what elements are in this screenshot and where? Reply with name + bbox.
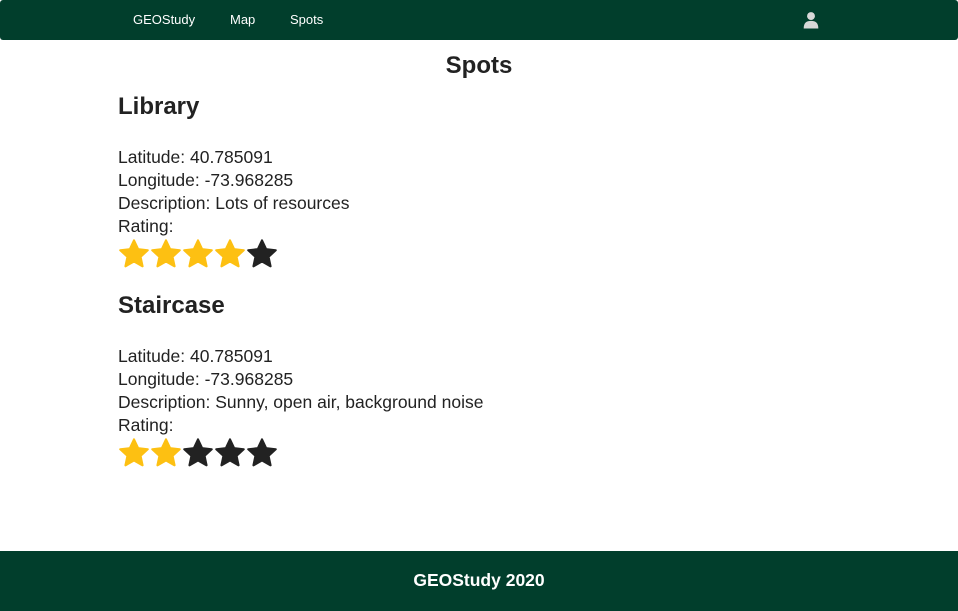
spot-longitude: Longitude: -73.968285 xyxy=(118,170,294,190)
star-rating xyxy=(118,238,718,270)
user-icon[interactable] xyxy=(802,11,820,29)
star-filled-icon xyxy=(151,438,181,467)
star-empty-icon xyxy=(183,438,213,467)
star-filled-icon xyxy=(183,239,213,268)
star-filled-icon xyxy=(119,438,149,467)
nav-brand-link[interactable]: GEOStudy xyxy=(133,0,195,40)
spot-name: Staircase xyxy=(118,292,225,319)
star-filled-icon xyxy=(151,239,181,268)
star-empty-icon xyxy=(215,438,245,467)
spot-rating-label: Rating: xyxy=(118,415,174,435)
footer: GEOStudy 2020 xyxy=(0,551,958,611)
star-filled-icon xyxy=(119,239,149,268)
spot-description: Description: Lots of resources xyxy=(118,193,350,213)
spot-description: Description: Sunny, open air, background… xyxy=(118,392,484,412)
nav-map-link[interactable]: Map xyxy=(230,0,255,40)
star-empty-icon xyxy=(247,438,277,467)
footer-text: GEOStudy 2020 xyxy=(413,570,545,590)
spot-card: Staircase Latitude: 40.785091 Longitude:… xyxy=(118,291,718,469)
page-title: Spots xyxy=(445,52,513,79)
spot-card: Library Latitude: 40.785091 Longitude: -… xyxy=(118,92,718,270)
nav-spots-link[interactable]: Spots xyxy=(290,0,323,40)
star-rating xyxy=(118,437,718,469)
spot-name: Library xyxy=(118,93,200,120)
top-navbar: GEOStudy Map Spots xyxy=(0,0,958,40)
spot-longitude: Longitude: -73.968285 xyxy=(118,369,294,389)
star-empty-icon xyxy=(247,239,277,268)
spot-rating-label: Rating: xyxy=(118,216,174,236)
spot-latitude: Latitude: 40.785091 xyxy=(118,346,273,366)
spot-latitude: Latitude: 40.785091 xyxy=(118,147,273,167)
star-filled-icon xyxy=(215,239,245,268)
